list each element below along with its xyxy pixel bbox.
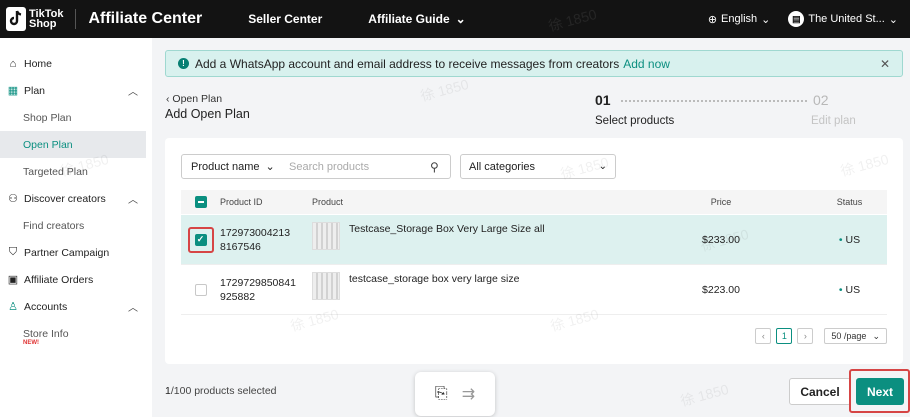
clipboard-icon: ▣ bbox=[7, 274, 19, 286]
search-icon[interactable]: ⚲ bbox=[430, 160, 450, 174]
chevron-up-icon: ︿ bbox=[128, 303, 138, 314]
sidebar-item-affiliate-orders[interactable]: ▣ Affiliate Orders bbox=[0, 266, 152, 293]
watermark: 徐 1850 bbox=[678, 380, 731, 410]
stepper: 01 02 Select products Edit plan bbox=[595, 92, 865, 132]
chevron-down-icon: ⌄ bbox=[455, 12, 466, 26]
sidebar-item-discover-creators[interactable]: ⚇ Discover creators ︿ bbox=[0, 185, 152, 212]
wrap-tool-icon[interactable]: ⇉ bbox=[462, 384, 475, 404]
chevron-down-icon: ⌄ bbox=[761, 13, 771, 26]
brand-title: Affiliate Center bbox=[88, 10, 203, 27]
product-id-cont: 925882 bbox=[220, 290, 256, 303]
selection-count: 1/100 products selected bbox=[165, 385, 277, 397]
globe-icon: ⊕ bbox=[707, 13, 718, 26]
product-thumbnail bbox=[312, 271, 340, 300]
table-row[interactable]: 1729729850841 925882 testcase_storage bo… bbox=[181, 265, 887, 315]
top-nav: Seller Center Affiliate Guide ⌄ bbox=[248, 12, 465, 26]
nav-seller-center[interactable]: Seller Center bbox=[248, 12, 322, 26]
checkbox-highlight: ✓ bbox=[187, 226, 214, 253]
back-link[interactable]: ‹ Open Plan bbox=[166, 93, 222, 105]
floating-toolbar: ⎘ ⇉ bbox=[415, 372, 495, 416]
page-title: Add Open Plan bbox=[165, 107, 250, 121]
header-product: Product bbox=[312, 197, 344, 207]
logo-line-2: Shop bbox=[29, 18, 57, 30]
row-checkbox[interactable] bbox=[194, 283, 207, 296]
row-checkbox[interactable]: ✓ bbox=[194, 233, 207, 246]
chevron-down-icon: ⌄ bbox=[598, 161, 607, 172]
chevron-left-icon: ‹ bbox=[166, 93, 170, 105]
category-select[interactable]: All categories ⌄ bbox=[460, 154, 616, 179]
status-dot-icon: • bbox=[838, 283, 843, 296]
notice-banner: ! Add a WhatsApp account and email addre… bbox=[165, 50, 903, 77]
close-icon[interactable]: ✕ bbox=[880, 57, 890, 71]
search-bar: Product name ⌄ Search products ⚲ bbox=[181, 154, 451, 179]
info-icon: ! bbox=[178, 58, 189, 69]
user-icon: ♙ bbox=[8, 301, 18, 313]
step-2-number: 02 bbox=[813, 92, 829, 108]
new-badge: NEW! bbox=[23, 339, 39, 346]
shield-icon: ⛉ bbox=[8, 246, 18, 258]
next-button[interactable]: Next bbox=[856, 378, 904, 405]
table-row[interactable]: ✓ 172973004213 8167546 Testcase_Storage … bbox=[181, 215, 887, 265]
next-page-button[interactable]: › bbox=[797, 328, 814, 344]
plan-icon: ▦ bbox=[7, 85, 19, 97]
page-number[interactable]: 1 bbox=[776, 328, 793, 344]
page-size-select[interactable]: 50 /page ⌄ bbox=[824, 328, 887, 344]
sidebar-item-store-info[interactable]: Store Info NEW! bbox=[0, 320, 152, 354]
product-id-cont: 8167546 bbox=[220, 240, 261, 253]
product-name: Testcase_Storage Box Very Large Size all bbox=[349, 222, 545, 235]
status-dot-icon: • bbox=[838, 233, 843, 246]
sidebar: ⌂ Home ▦ Plan ︿ Shop Plan Open Plan Targ… bbox=[0, 38, 152, 417]
sidebar-item-shop-plan[interactable]: Shop Plan bbox=[0, 104, 152, 131]
home-icon: ⌂ bbox=[9, 57, 17, 70]
prev-page-button[interactable]: ‹ bbox=[755, 328, 772, 344]
people-icon: ⚇ bbox=[8, 193, 18, 205]
step-connector bbox=[621, 100, 807, 102]
chevron-down-icon: ⌄ bbox=[872, 330, 880, 341]
search-field-select[interactable]: Product name ⌄ bbox=[182, 160, 287, 174]
sidebar-item-partner-campaign[interactable]: ⛉ Partner Campaign bbox=[0, 239, 152, 266]
header-product-id: Product ID bbox=[220, 197, 263, 207]
product-id: 172973004213 bbox=[220, 226, 291, 239]
top-bar: TikTok Shop Affiliate Center Seller Cent… bbox=[0, 0, 910, 38]
product-status: US bbox=[845, 283, 861, 296]
header-status: Status bbox=[836, 197, 863, 207]
product-thumbnail bbox=[312, 221, 340, 250]
header-price: Price bbox=[710, 197, 732, 207]
product-price: $223.00 bbox=[702, 283, 740, 296]
search-input[interactable]: Search products bbox=[287, 161, 430, 173]
sidebar-item-open-plan[interactable]: Open Plan bbox=[0, 131, 146, 158]
add-now-link[interactable]: Add now bbox=[623, 57, 670, 71]
sidebar-item-plan[interactable]: ▦ Plan ︿ bbox=[0, 77, 152, 104]
product-price: $233.00 bbox=[702, 233, 740, 246]
product-selection-card: Product name ⌄ Search products ⚲ All cat… bbox=[165, 138, 903, 364]
region-selector[interactable]: ▤ The United St... ⌄ bbox=[788, 11, 898, 27]
nav-affiliate-guide[interactable]: Affiliate Guide ⌄ bbox=[368, 12, 465, 26]
chevron-up-icon: ︿ bbox=[128, 87, 138, 98]
language-selector[interactable]: ⊕ English ⌄ bbox=[708, 13, 771, 26]
step-1-number: 01 bbox=[595, 92, 611, 108]
product-status: US bbox=[845, 233, 861, 246]
chevron-up-icon: ︿ bbox=[128, 195, 138, 206]
pagination: ‹ 1 › 50 /page ⌄ bbox=[755, 328, 887, 344]
sidebar-item-targeted-plan[interactable]: Targeted Plan bbox=[0, 158, 152, 185]
link-tool-icon[interactable]: ⎘ bbox=[435, 385, 448, 403]
sidebar-item-find-creators[interactable]: Find creators bbox=[0, 212, 152, 239]
tiktok-shop-logo[interactable]: TikTok Shop bbox=[6, 7, 63, 31]
cancel-button[interactable]: Cancel bbox=[789, 378, 851, 405]
table-header: Product ID Product Price Status bbox=[181, 190, 887, 214]
sidebar-item-home[interactable]: ⌂ Home bbox=[0, 50, 152, 77]
step-2-label: Edit plan bbox=[811, 115, 856, 127]
product-name: testcase_storage box very large size bbox=[349, 272, 520, 285]
chevron-down-icon: ⌄ bbox=[265, 161, 275, 173]
select-all-checkbox[interactable] bbox=[194, 196, 207, 208]
divider bbox=[75, 9, 77, 29]
product-id: 1729729850841 bbox=[220, 276, 296, 289]
watermark: 徐 1850 bbox=[418, 75, 471, 105]
chevron-down-icon: ⌄ bbox=[888, 13, 898, 26]
banner-text: Add a WhatsApp account and email address… bbox=[195, 56, 620, 71]
sidebar-item-accounts[interactable]: ♙ Accounts ︿ bbox=[0, 293, 152, 320]
step-1-label: Select products bbox=[595, 115, 675, 127]
tiktok-logo-icon bbox=[6, 7, 26, 31]
store-icon: ▤ bbox=[788, 11, 805, 27]
